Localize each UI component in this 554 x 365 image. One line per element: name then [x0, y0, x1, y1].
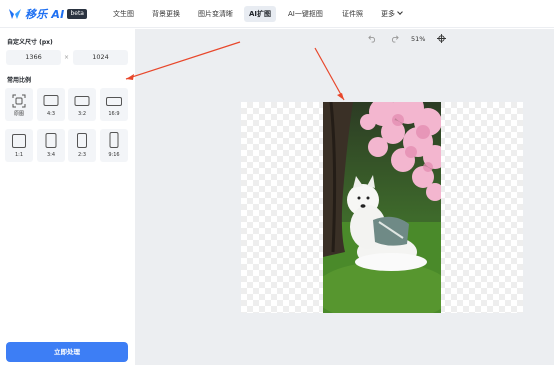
nav-background-replace[interactable]: 背景更换 — [152, 0, 180, 28]
nav-image-sharpen[interactable]: 图片变清晰 — [198, 0, 233, 28]
ratio-label: 16:9 — [108, 111, 120, 117]
brand-logo-icon — [9, 9, 21, 19]
times-sign: × — [64, 54, 70, 61]
nav-ai-cutout[interactable]: AI一键抠图 — [288, 0, 323, 28]
ratio-9-16[interactable]: 9:16 — [100, 129, 128, 162]
ratio-title: 常用比例 — [7, 77, 32, 84]
nav-more-label: 更多 — [381, 10, 395, 18]
ratio-16-9[interactable]: 16:9 — [100, 88, 128, 121]
ratio-3-2[interactable]: 3:2 — [68, 88, 96, 121]
brand-name: 移乐 AI — [25, 8, 65, 21]
ratio-label: 原图 — [13, 111, 24, 117]
ratio-16-9-icon — [106, 97, 122, 106]
ratio-3-4[interactable]: 3:4 — [37, 129, 65, 162]
ratio-3-2-icon — [74, 96, 90, 106]
crosshair-icon[interactable] — [437, 34, 446, 43]
ratio-label: 4:3 — [46, 111, 56, 117]
nav-ai-expand[interactable]: AI扩图 — [244, 6, 277, 22]
ratio-9-16-icon — [109, 132, 119, 148]
ratio-label: 1:1 — [14, 152, 24, 158]
ratio-original[interactable]: 原图 — [5, 88, 33, 121]
ratio-1-1-icon — [12, 134, 26, 148]
brand-logo[interactable]: 移乐 AI beta — [8, 6, 87, 22]
ratio-2-3-icon — [77, 133, 87, 148]
ratio-1-1[interactable]: 1:1 — [5, 129, 33, 162]
original-frame-icon — [12, 94, 26, 108]
process-now-button[interactable]: 立即处理 — [6, 342, 128, 362]
ratio-label: 9:16 — [108, 152, 120, 158]
redo-icon[interactable] — [390, 34, 399, 43]
dog-under-blossom-tree-image — [323, 102, 441, 313]
height-input[interactable]: 1024 — [73, 50, 128, 65]
source-photo[interactable] — [323, 102, 441, 313]
nav-text-to-image[interactable]: 文生图 — [113, 0, 134, 28]
ratio-label: 3:2 — [77, 111, 87, 117]
undo-icon[interactable] — [368, 34, 377, 43]
ratio-4-3-icon — [43, 95, 59, 106]
top-navigation-bar: 移乐 AI beta 文生图 背景更换 图片变清晰 AI扩图 AI一键抠图 证件… — [0, 0, 554, 28]
chevron-down-icon — [397, 9, 403, 15]
nav-more[interactable]: 更多 — [381, 0, 403, 28]
ratio-label: 3:4 — [46, 152, 56, 158]
custom-size-title: 自定义尺寸 (px) — [7, 39, 53, 46]
ratio-4-3[interactable]: 4:3 — [37, 88, 65, 121]
zoom-level[interactable]: 51% — [411, 35, 425, 43]
ratio-label: 2:3 — [77, 152, 87, 158]
width-input[interactable]: 1366 — [6, 50, 61, 65]
ratio-2-3[interactable]: 2:3 — [68, 129, 96, 162]
beta-badge: beta — [67, 9, 87, 19]
ratio-3-4-icon — [45, 133, 57, 148]
nav-id-photo[interactable]: 证件照 — [342, 0, 363, 28]
